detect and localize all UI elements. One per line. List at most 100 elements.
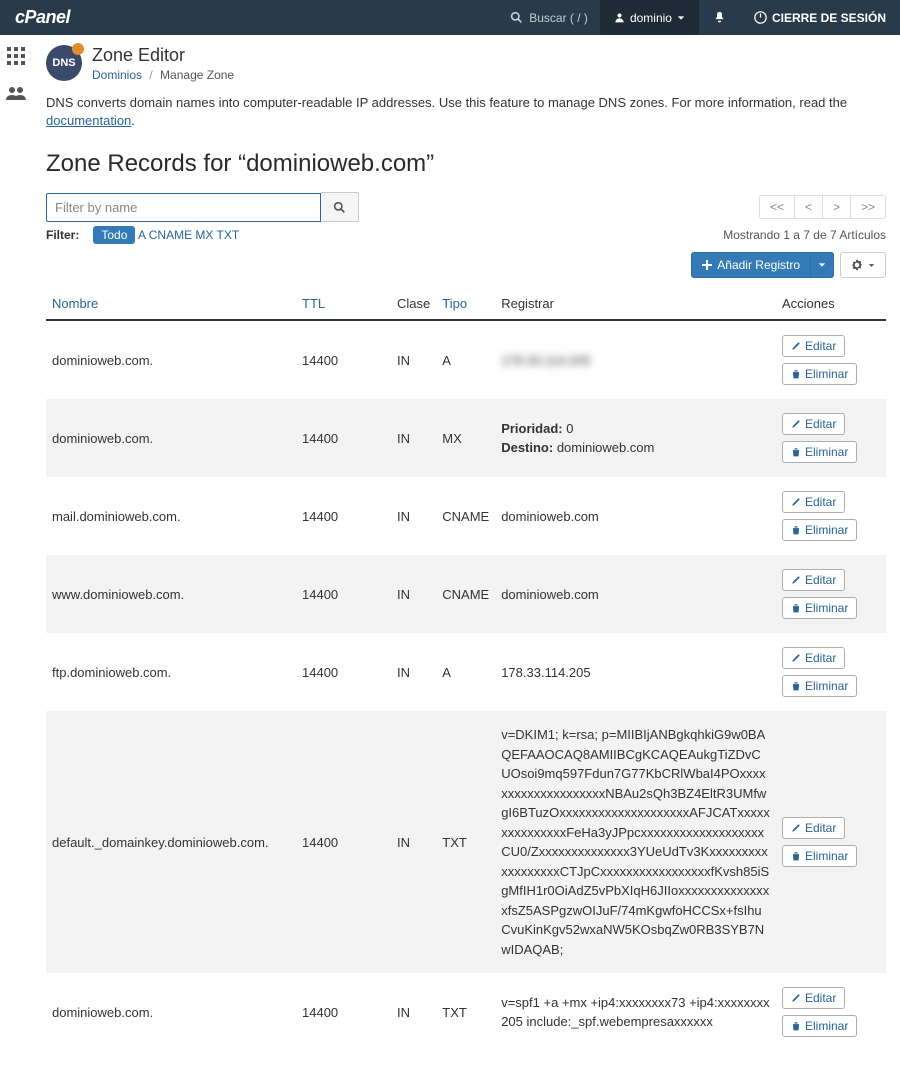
pager-last[interactable]: >> (850, 196, 885, 218)
pencil-icon (791, 993, 801, 1003)
col-class: Clase (391, 288, 436, 320)
cell-register: 178.33.114.205 (495, 320, 776, 399)
delete-button[interactable]: Eliminar (782, 597, 857, 619)
cell-type: A (436, 633, 495, 711)
pencil-icon (791, 575, 801, 585)
cell-ttl: 14400 (296, 477, 391, 555)
chevron-down-icon (818, 261, 826, 269)
add-record-dropdown[interactable] (811, 252, 834, 278)
add-record-label: Añadir Registro (717, 258, 800, 272)
user-icon (614, 12, 625, 23)
cell-name: dominioweb.com. (46, 973, 296, 1051)
page-title: Zone Editor (92, 45, 234, 66)
breadcrumb-link[interactable]: Dominios (92, 68, 142, 82)
edit-button[interactable]: Editar (782, 569, 845, 591)
table-row: dominioweb.com.14400INA178.33.114.205Edi… (46, 320, 886, 399)
delete-button[interactable]: Eliminar (782, 363, 857, 385)
chevron-down-icon (868, 262, 875, 269)
filter-tag-todo[interactable]: Todo (93, 226, 135, 244)
cell-class: IN (391, 477, 436, 555)
cell-ttl: 14400 (296, 973, 391, 1051)
filter-input[interactable] (46, 193, 321, 222)
chevron-down-icon (677, 14, 685, 22)
logout-label: CIERRE DE SESIÓN (772, 11, 886, 25)
trash-icon (791, 369, 801, 379)
table-row: dominioweb.com.14400INMXPrioridad: 0Dest… (46, 399, 886, 477)
search-icon (510, 11, 523, 24)
cell-type: CNAME (436, 477, 495, 555)
pager-prev[interactable]: < (794, 196, 822, 218)
pager-next[interactable]: > (822, 196, 850, 218)
col-register: Registrar (495, 288, 776, 320)
col-type[interactable]: Tipo (436, 288, 495, 320)
delete-button[interactable]: Eliminar (782, 441, 857, 463)
grid-icon[interactable] (7, 47, 25, 65)
topbar-search[interactable]: Buscar ( / ) (498, 11, 600, 25)
edit-button[interactable]: Editar (782, 987, 845, 1009)
cell-class: IN (391, 973, 436, 1051)
edit-button[interactable]: Editar (782, 491, 845, 513)
trash-icon (791, 1021, 801, 1031)
col-name[interactable]: Nombre (46, 288, 296, 320)
users-icon[interactable] (6, 85, 26, 101)
cell-class: IN (391, 711, 436, 973)
edit-button[interactable]: Editar (782, 413, 845, 435)
cell-ttl: 14400 (296, 555, 391, 633)
delete-button[interactable]: Eliminar (782, 675, 857, 697)
filter-tag-mx[interactable]: MX (195, 228, 213, 242)
cell-register: v=DKIM1; k=rsa; p=MIIBIjANBgkqhkiG9w0BAQ… (495, 711, 776, 973)
table-row: ftp.dominioweb.com.14400INA178.33.114.20… (46, 633, 886, 711)
breadcrumb: Dominios / Manage Zone (92, 68, 234, 82)
pager-first[interactable]: << (760, 196, 794, 218)
page-header: DNS Zone Editor Dominios / Manage Zone (46, 45, 886, 82)
filter-tag-a[interactable]: A (138, 228, 145, 242)
cell-ttl: 14400 (296, 320, 391, 399)
col-ttl[interactable]: TTL (296, 288, 391, 320)
logout-button[interactable]: CIERRE DE SESIÓN (740, 0, 900, 35)
trash-icon (791, 603, 801, 613)
settings-button[interactable] (840, 252, 886, 278)
cell-ttl: 14400 (296, 633, 391, 711)
pencil-icon (791, 653, 801, 663)
edit-button[interactable]: Editar (782, 647, 845, 669)
notifications-button[interactable] (699, 0, 740, 35)
pager: << < > >> (759, 195, 886, 219)
bell-icon (713, 11, 726, 24)
filter-search-button[interactable] (321, 192, 359, 222)
cell-register: 178.33.114.205 (495, 633, 776, 711)
documentation-link[interactable]: documentation (46, 113, 131, 128)
search-icon (333, 201, 346, 214)
logo[interactable]: cPanel (0, 7, 85, 28)
table-row: mail.dominioweb.com.14400INCNAMEdominiow… (46, 477, 886, 555)
delete-button[interactable]: Eliminar (782, 845, 857, 867)
pencil-icon (791, 341, 801, 351)
delete-button[interactable]: Eliminar (782, 1015, 857, 1037)
cell-class: IN (391, 320, 436, 399)
dns-badge: DNS (46, 45, 82, 81)
edit-button[interactable]: Editar (782, 335, 845, 357)
col-actions: Acciones (776, 288, 886, 320)
sidebar (0, 35, 32, 1071)
table-row: dominioweb.com.14400INTXTv=spf1 +a +mx +… (46, 973, 886, 1051)
filter-tag-txt[interactable]: TXT (217, 228, 240, 242)
delete-button[interactable]: Eliminar (782, 519, 857, 541)
user-name: dominio (630, 11, 672, 25)
topbar: cPanel Buscar ( / ) dominio CIERRE DE SE… (0, 0, 900, 35)
trash-icon (791, 851, 801, 861)
cell-register: v=spf1 +a +mx +ip4:xxxxxxxx73 +ip4:xxxxx… (495, 973, 776, 1051)
table-row: default._domainkey.dominioweb.com.14400I… (46, 711, 886, 973)
cell-ttl: 14400 (296, 399, 391, 477)
user-menu[interactable]: dominio (600, 0, 699, 35)
cell-register: dominioweb.com (495, 477, 776, 555)
edit-button[interactable]: Editar (782, 817, 845, 839)
cell-class: IN (391, 555, 436, 633)
add-record-button[interactable]: Añadir Registro (691, 252, 811, 278)
gear-icon (851, 259, 863, 271)
pencil-icon (791, 823, 801, 833)
filter-tag-cname[interactable]: CNAME (149, 228, 192, 242)
trash-icon (791, 681, 801, 691)
cell-register: Prioridad: 0Destino: dominioweb.com (495, 399, 776, 477)
cell-type: A (436, 320, 495, 399)
cell-name: default._domainkey.dominioweb.com. (46, 711, 296, 973)
cell-type: MX (436, 399, 495, 477)
